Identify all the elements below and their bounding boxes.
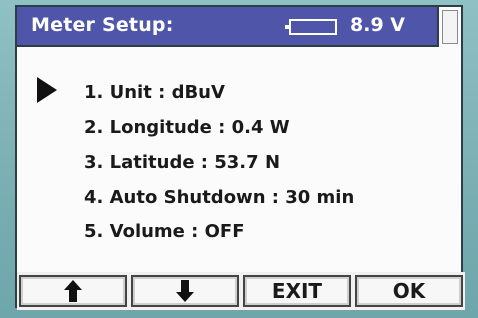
down-button[interactable] bbox=[131, 275, 239, 307]
header-bar: Meter Setup: 8.9 V bbox=[17, 7, 439, 47]
page-title: Meter Setup: bbox=[31, 14, 174, 36]
selection-cursor-icon bbox=[37, 77, 57, 103]
device-bezel: Meter Setup: 8.9 V 1. Unit : dBuV 2. Lon… bbox=[0, 0, 478, 318]
menu-item-unit[interactable]: 1. Unit : dBuV bbox=[84, 82, 225, 103]
status-indicator-box bbox=[442, 10, 458, 44]
menu-item-auto-shutdown[interactable]: 4. Auto Shutdown : 30 min bbox=[84, 187, 354, 208]
menu-item-longitude[interactable]: 2. Longitude : 0.4 W bbox=[84, 117, 290, 138]
battery-voltage: 8.9 V bbox=[350, 14, 405, 36]
ok-button[interactable]: OK bbox=[355, 275, 463, 307]
exit-button[interactable]: EXIT bbox=[243, 275, 351, 307]
meter-screen: Meter Setup: 8.9 V 1. Unit : dBuV 2. Lon… bbox=[15, 5, 465, 310]
menu-item-volume[interactable]: 5. Volume : OFF bbox=[84, 221, 245, 242]
arrow-up-icon bbox=[64, 280, 82, 302]
battery-icon bbox=[285, 19, 337, 35]
menu-item-latitude[interactable]: 3. Latitude : 53.7 N bbox=[84, 152, 280, 173]
up-button[interactable] bbox=[19, 275, 127, 307]
softkey-bar: EXIT OK bbox=[17, 272, 465, 310]
arrow-down-icon bbox=[176, 280, 194, 302]
